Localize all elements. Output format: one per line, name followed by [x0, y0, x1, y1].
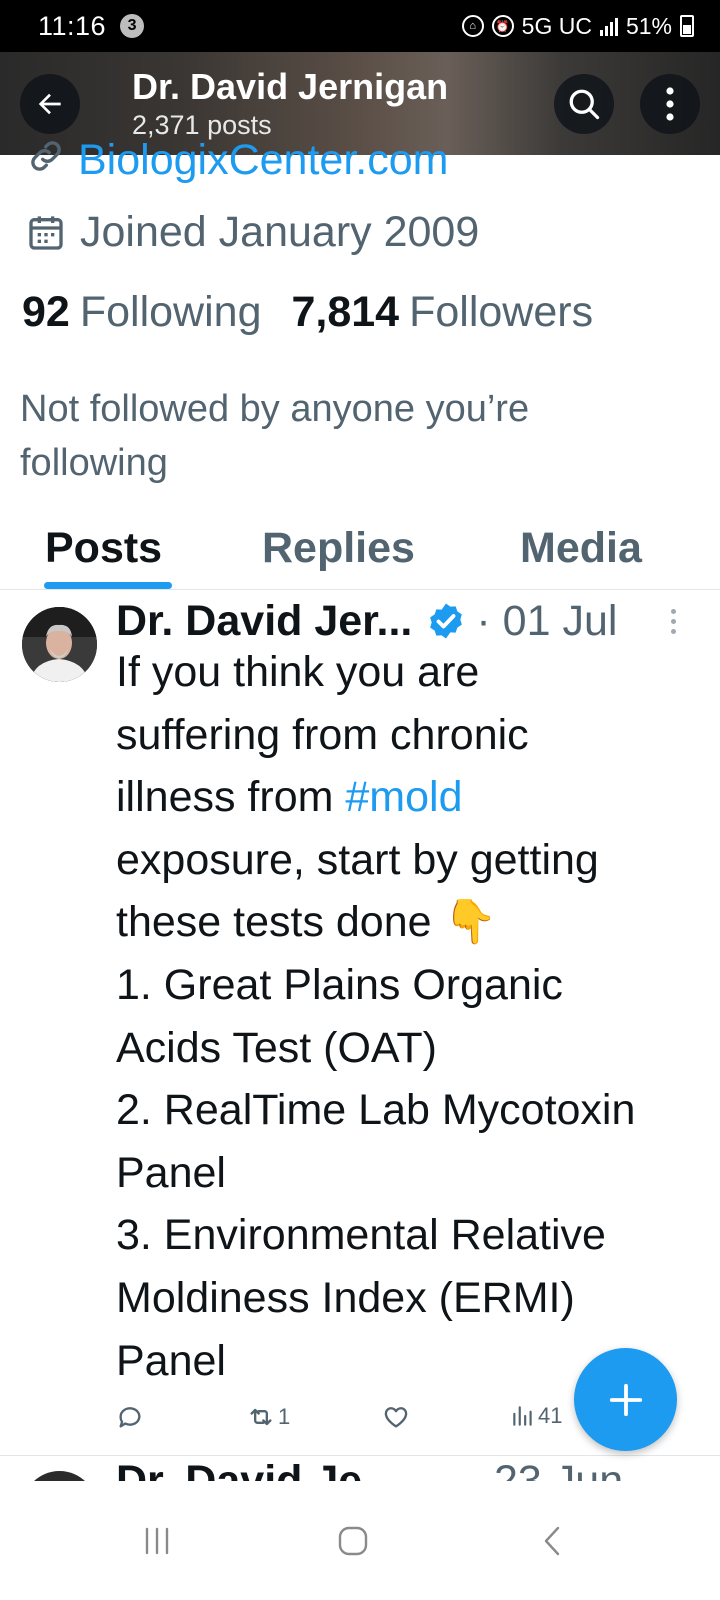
- system-back-button[interactable]: [522, 1511, 582, 1571]
- post-line: 3. Environmental Relative: [116, 1211, 606, 1260]
- post-line: illness from #mold: [116, 766, 706, 829]
- calendar-icon: [29, 215, 63, 250]
- heart-icon: [384, 1407, 408, 1428]
- notification-count-badge: 3: [120, 14, 145, 38]
- joined-text: Joined January 2009: [80, 208, 480, 256]
- search-icon: [569, 89, 600, 119]
- post-date-separator: ·: [476, 596, 491, 645]
- recent-apps-icon: [145, 1527, 169, 1555]
- signal-icon: [599, 16, 618, 36]
- post-line-text: illness from: [116, 773, 346, 822]
- header-posts-count: 2,371 posts: [132, 109, 272, 140]
- vertical-ellipsis-icon: [666, 86, 674, 121]
- status-bar: 11:16 3 ⌂ ⏰ 5G UC 51%: [0, 0, 720, 52]
- following-count[interactable]: 92: [22, 288, 70, 337]
- avatar-image: [22, 607, 97, 682]
- avatar[interactable]: [22, 607, 97, 682]
- joined-date: Joined January 2009: [26, 208, 479, 257]
- active-tab-indicator: [44, 582, 172, 589]
- website-link[interactable]: BiologixCenter.com: [78, 140, 448, 182]
- verified-badge-icon[interactable]: [426, 601, 466, 641]
- tab-replies[interactable]: Replies: [262, 524, 415, 573]
- search-button[interactable]: [554, 73, 614, 134]
- header-titles: Dr. David Jernigan 2,371 posts: [132, 66, 448, 142]
- status-icons: ⌂ ⏰ 5G UC 51%: [461, 12, 694, 40]
- following-label[interactable]: Following: [80, 288, 262, 337]
- back-button[interactable]: [20, 73, 80, 134]
- next-post-avatar: [22, 1471, 97, 1481]
- post-author-name[interactable]: Dr. David Jer...: [116, 597, 412, 646]
- home-icon: [338, 1526, 368, 1556]
- home-button[interactable]: [323, 1511, 383, 1571]
- post-line: 2. RealTime Lab Mycotoxin: [116, 1086, 636, 1135]
- follow-stats: 92 Following 7,814 Followers: [22, 288, 593, 337]
- battery-percent: 51%: [625, 12, 672, 39]
- status-time: 11:16: [38, 10, 107, 41]
- reply-button[interactable]: [116, 1403, 144, 1431]
- post-more-button[interactable]: [671, 609, 676, 634]
- followers-count[interactable]: 7,814: [291, 288, 399, 337]
- like-button[interactable]: [382, 1403, 410, 1431]
- post-line: Panel: [116, 1148, 226, 1197]
- post-line: Moldiness Index (ERMI): [116, 1273, 575, 1322]
- repost-icon: [250, 1408, 272, 1426]
- next-post-author: Dr. David Je...: [116, 1457, 399, 1481]
- system-navigation-bar: [0, 1481, 720, 1600]
- chevron-left-icon: [544, 1526, 560, 1556]
- data-saver-icon: ⌂: [461, 15, 484, 37]
- post-text: If you think you are suffering from chro…: [116, 641, 706, 1392]
- hashtag-link[interactable]: #mold: [345, 773, 462, 821]
- profile-tabs: Posts Replies Media: [0, 520, 720, 590]
- post-line-text: these tests done: [116, 898, 444, 947]
- followers-label[interactable]: Followers: [409, 288, 593, 337]
- views-count: 41: [538, 1403, 563, 1428]
- post-line: If you think you are: [116, 648, 480, 696]
- repost-count: 1: [278, 1404, 291, 1429]
- tab-media[interactable]: Media: [520, 524, 642, 573]
- post[interactable]: Dr. David Jer... · 01 Jul If you think y…: [0, 591, 720, 1456]
- link-icon: [31, 141, 61, 171]
- post-line: suffering from chronic: [116, 710, 529, 759]
- back-arrow-icon: [38, 93, 61, 114]
- battery-icon: [680, 15, 694, 37]
- tab-posts[interactable]: Posts: [45, 524, 162, 573]
- post-line: Acids Test (OAT): [116, 1023, 437, 1072]
- repost-button[interactable]: 1: [246, 1403, 290, 1431]
- recent-apps-button[interactable]: [127, 1511, 187, 1571]
- post-line: 1. Great Plains Organic: [116, 960, 563, 1009]
- header-actions: [554, 73, 700, 134]
- pointing-down-emoji: 👇: [443, 898, 498, 947]
- post-header: Dr. David Jer... · 01 Jul: [116, 595, 690, 647]
- compose-post-button[interactable]: [574, 1348, 677, 1451]
- alarm-icon: ⏰: [491, 15, 514, 37]
- more-options-button[interactable]: [640, 73, 700, 134]
- post-date[interactable]: · 01 Jul: [476, 597, 617, 646]
- plus-icon: [609, 1383, 642, 1416]
- post-line: these tests done 👇: [116, 891, 706, 954]
- profile-website[interactable]: BiologixCenter.com: [26, 140, 448, 184]
- header-name: Dr. David Jernigan: [132, 65, 449, 107]
- reply-icon: [119, 1407, 141, 1428]
- next-post-preview[interactable]: Dr. David Je... 23 Jun: [0, 1457, 720, 1481]
- next-post-date: 23 Jun: [494, 1457, 624, 1481]
- post-date-text: 01 Jul: [502, 596, 618, 645]
- post-line: exposure, start by getting: [116, 835, 599, 884]
- views-chart-icon: [513, 1406, 532, 1426]
- network-type: 5G UC: [521, 12, 592, 39]
- views-button[interactable]: 41: [510, 1403, 562, 1429]
- not-followed-notice: Not followed by anyone you’re following: [20, 388, 530, 484]
